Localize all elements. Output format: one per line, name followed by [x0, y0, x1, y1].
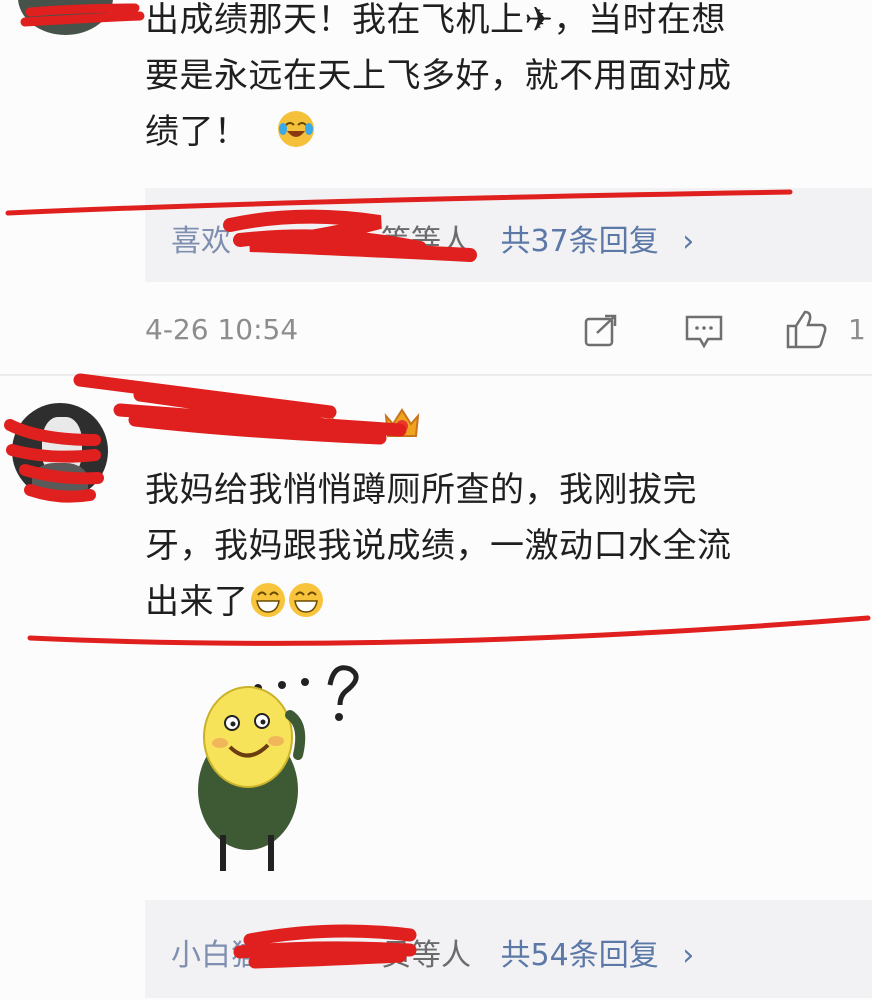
- comment1-text: 出成绩那天！我在飞机上✈，当时在想 要是永远在天上飞多好，就不用面对成 绩了！: [145, 0, 872, 160]
- comment1-line2: 要是永远在天上飞多好，就不用面对成: [145, 56, 732, 96]
- confused-sticker[interactable]: …?: [190, 655, 370, 880]
- comment-icon[interactable]: [684, 313, 724, 349]
- laughing-crying-emoji: [277, 111, 314, 147]
- share-icon[interactable]: [583, 313, 619, 349]
- comment1-line1: 出成绩那天！我在飞机上✈，当时在想: [145, 0, 726, 40]
- username-tail: O: [312, 402, 336, 437]
- grin-emoji: [250, 583, 285, 617]
- reply-summary-2[interactable]: 小白猫 员等人 共54条回复 ›: [145, 900, 872, 998]
- reply-suffix-2: 员等人: [381, 938, 471, 973]
- comment2-text: 我妈给我悄悄蹲厕所查的，我刚拔完 牙，我妈跟我说成绩，一激动口水全流 出来了: [145, 462, 872, 630]
- crown-badge-icon: [382, 404, 422, 440]
- chevron-right-icon: ›: [682, 938, 695, 973]
- comment2-line2: 牙，我妈跟我说成绩，一激动口水全流: [145, 526, 732, 566]
- reply-names-2[interactable]: 小白猫: [171, 938, 261, 973]
- like-icon[interactable]: [785, 308, 829, 350]
- avatar-comment2[interactable]: [12, 403, 108, 499]
- comment2-line3: 出来了: [145, 582, 249, 622]
- avatar-top[interactable]: [18, 0, 113, 35]
- reply-count-link-2[interactable]: 共54条回复: [501, 938, 659, 973]
- timestamp: 4-26 10:54: [145, 313, 299, 346]
- reply-summary-1[interactable]: 喜欢 等等人 共37条回复 ›: [145, 188, 872, 282]
- grin-emoji: [288, 583, 323, 617]
- reply-names-1[interactable]: 喜欢: [171, 224, 231, 259]
- like-count: 1: [848, 313, 866, 346]
- username[interactable]: O: [312, 402, 336, 437]
- chevron-right-icon: ›: [682, 224, 695, 259]
- comment1-line3: 绩了！: [145, 112, 249, 152]
- reply-suffix-1: 等等人: [381, 224, 471, 259]
- reply-count-link-1[interactable]: 共37条回复: [501, 224, 659, 259]
- divider: [0, 374, 872, 376]
- comment2-line1: 我妈给我悄悄蹲厕所查的，我刚拔完: [145, 470, 697, 510]
